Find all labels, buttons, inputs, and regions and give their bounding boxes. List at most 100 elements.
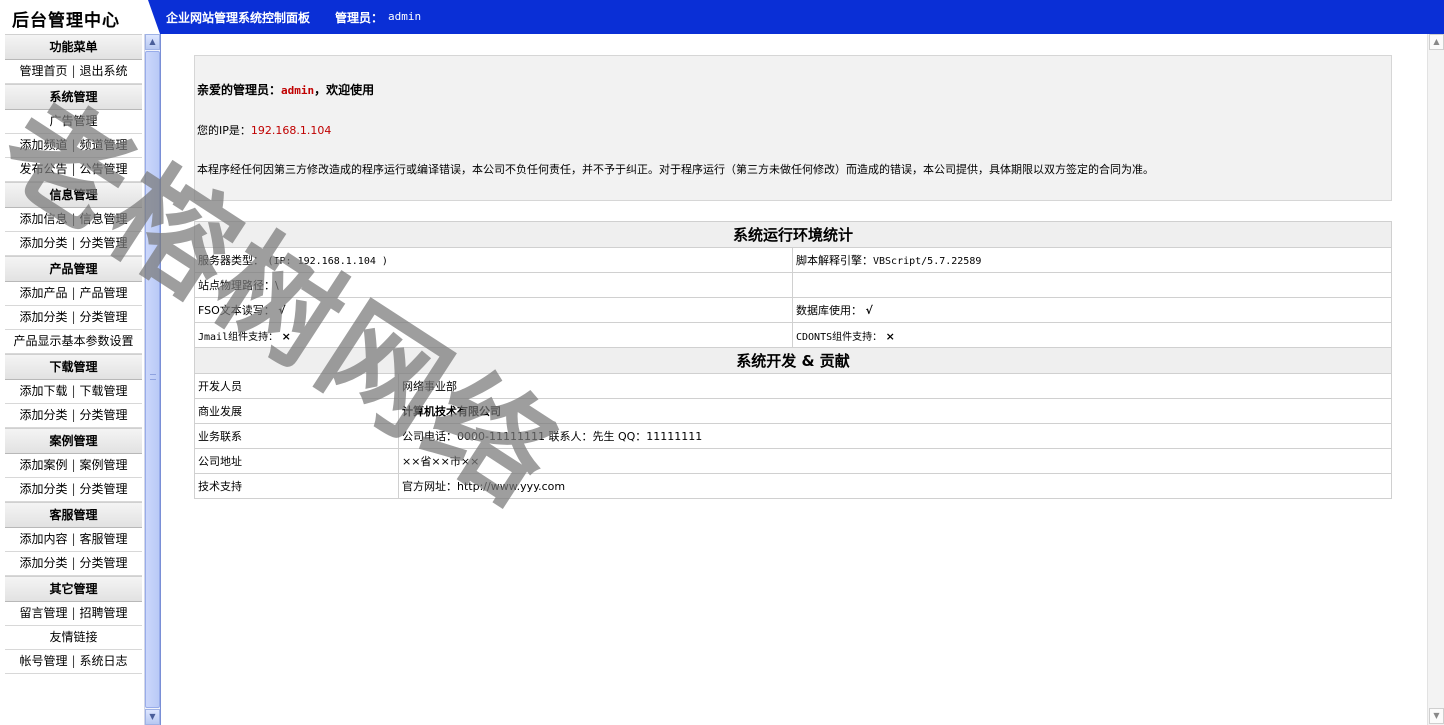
menu-link[interactable]: 添加下载 bbox=[19, 384, 67, 398]
dev-label: 业务联系 bbox=[194, 423, 399, 449]
db-cell: 数据库使用： √ bbox=[792, 297, 1392, 323]
menu-link[interactable]: 分类管理 bbox=[80, 482, 128, 496]
menu-link[interactable]: 产品管理 bbox=[80, 286, 128, 300]
arrow-down-icon[interactable]: ▼ bbox=[145, 709, 160, 725]
db-label: 数据库使用： bbox=[796, 304, 862, 317]
menu-link[interactable]: 产品显示基本参数设置 bbox=[13, 334, 133, 348]
disclaimer-notice: 本程序经任何因第三方修改造成的程序运行或编译错误，本公司不负任何责任，并不予于纠… bbox=[197, 163, 1154, 176]
arrow-up-icon[interactable]: ▲ bbox=[1429, 34, 1444, 50]
ip-label: 您的IP是： bbox=[197, 124, 251, 137]
menu-row: 添加分类 | 分类管理 bbox=[5, 232, 142, 256]
arrow-up-icon[interactable]: ▲ bbox=[145, 34, 160, 50]
menu-link[interactable]: 添加分类 bbox=[19, 556, 67, 570]
menu-link[interactable]: 分类管理 bbox=[80, 408, 128, 422]
menu-row: 添加案例 | 案例管理 bbox=[5, 454, 142, 478]
menu-link[interactable]: 频道管理 bbox=[80, 138, 128, 152]
menu-link[interactable]: 信息管理 bbox=[80, 212, 128, 226]
menu-link[interactable]: 添加信息 bbox=[19, 212, 67, 226]
control-panel-title: 企业网站管理系统控制面板 bbox=[166, 11, 311, 25]
menu-link[interactable]: 广告管理 bbox=[49, 114, 97, 128]
menu-group-title: 功能菜单 bbox=[5, 34, 142, 60]
arrow-down-icon[interactable]: ▼ bbox=[1429, 708, 1444, 724]
admin-label: 管理员： bbox=[335, 11, 384, 25]
menu-link[interactable]: 添加内容 bbox=[19, 532, 67, 546]
menu-link[interactable]: 分类管理 bbox=[80, 310, 128, 324]
main-scrollbar[interactable]: ▲ ▼ bbox=[1427, 34, 1444, 725]
menu-row: 添加分类 | 分类管理 bbox=[5, 478, 142, 502]
fso-label: FSO文本读写： bbox=[198, 304, 275, 317]
table-row: Jmail组件支持： × CDONTS组件支持： × bbox=[194, 322, 1392, 348]
fso-cell: FSO文本读写： √ bbox=[194, 297, 793, 323]
menu-separator: | bbox=[71, 532, 76, 546]
menu-group-title: 系统管理 bbox=[5, 84, 142, 110]
menu-row: 发布公告 | 公告管理 bbox=[5, 158, 142, 182]
menu-link[interactable]: 留言管理 bbox=[19, 606, 67, 620]
menu-link[interactable]: 案例管理 bbox=[80, 458, 128, 472]
menu-link[interactable]: 添加产品 bbox=[19, 286, 67, 300]
cross-icon: × bbox=[885, 329, 895, 343]
menu-separator: | bbox=[71, 556, 76, 570]
table-row: 业务联系 公司电话：0000-11111111 联系人：先生 QQ：1111111… bbox=[194, 423, 1392, 449]
sidebar-scroll-thumb[interactable] bbox=[145, 51, 160, 708]
dev-label: 开发人员 bbox=[194, 373, 399, 399]
script-engine-label: 脚本解释引擎： bbox=[796, 254, 873, 267]
menu-link[interactable]: 发布公告 bbox=[19, 162, 67, 176]
menu-link[interactable]: 添加案例 bbox=[19, 458, 67, 472]
sidebar: 功能菜单 管理首页 | 退出系统 系统管理 广告管理 添加频道 | 频道管理 发布公告 | 公告管理信… bbox=[0, 34, 160, 725]
menu-link[interactable]: 分类管理 bbox=[80, 556, 128, 570]
menu-row: 留言管理 | 招聘管理 bbox=[5, 602, 142, 626]
path-value: \ bbox=[275, 279, 279, 292]
menu-link[interactable]: 招聘管理 bbox=[80, 606, 128, 620]
menu-link[interactable]: 下载管理 bbox=[80, 384, 128, 398]
menu-row: 添加分类 | 分类管理 bbox=[5, 404, 142, 428]
sidebar-scrollbar[interactable]: ▲ ▼ bbox=[144, 34, 160, 725]
greeting-suffix: ，欢迎使用 bbox=[314, 83, 375, 97]
server-type-value: (IP: 192.168.1.104 ) bbox=[267, 256, 388, 267]
script-engine-value: VBScript/5.7.22589 bbox=[873, 256, 982, 267]
menu-link[interactable]: 公告管理 bbox=[80, 162, 128, 176]
cdonts-cell: CDONTS组件支持： × bbox=[792, 322, 1392, 348]
table-row: 公司地址 ××省××市×× bbox=[194, 448, 1392, 474]
menu-separator: | bbox=[71, 286, 76, 300]
menu-separator: | bbox=[71, 654, 76, 668]
greeting-prefix: 亲爱的管理员： bbox=[197, 83, 282, 97]
menu-link[interactable]: 添加分类 bbox=[19, 310, 67, 324]
menu-row: 添加分类 | 分类管理 bbox=[5, 552, 142, 576]
dev-heading: 系统开发 & 贡献 bbox=[194, 347, 1392, 374]
menu-link[interactable]: 添加频道 bbox=[19, 138, 67, 152]
greeting-admin: admin bbox=[281, 84, 315, 97]
menu-group-title: 客服管理 bbox=[5, 502, 142, 528]
menu-separator: | bbox=[71, 408, 76, 422]
menu-separator: | bbox=[71, 458, 76, 472]
menu-row: 添加内容 | 客服管理 bbox=[5, 528, 142, 552]
menu-separator: | bbox=[71, 236, 76, 250]
menu-separator: | bbox=[71, 384, 76, 398]
menu-link[interactable]: 帐号管理 bbox=[19, 654, 67, 668]
check-icon: √ bbox=[278, 304, 286, 317]
menu-separator: | bbox=[71, 212, 76, 226]
table-row: 站点物理路径：\ bbox=[194, 272, 1392, 298]
path-cell: 站点物理路径：\ bbox=[194, 272, 793, 298]
menu-group-title: 下载管理 bbox=[5, 354, 142, 380]
menu-link[interactable]: 退出系统 bbox=[80, 64, 128, 78]
environment-table: 系统运行环境统计 服务器类型： (IP: 192.168.1.104 ) 脚本解… bbox=[194, 221, 1392, 348]
menu-row: 管理首页 | 退出系统 bbox=[5, 60, 142, 84]
menu-link[interactable]: 客服管理 bbox=[80, 532, 128, 546]
menu-link[interactable]: 分类管理 bbox=[80, 236, 128, 250]
jmail-cell: Jmail组件支持： × bbox=[194, 322, 793, 348]
menu-separator: | bbox=[71, 310, 76, 324]
menu-separator: | bbox=[71, 64, 76, 78]
top-header: 后台管理中心 企业网站管理系统控制面板 管理员： admin bbox=[0, 0, 1444, 34]
menu-group-title: 信息管理 bbox=[5, 182, 142, 208]
menu-link[interactable]: 管理首页 bbox=[19, 64, 67, 78]
menu-link[interactable]: 添加分类 bbox=[19, 482, 67, 496]
menu-link[interactable]: 添加分类 bbox=[19, 408, 67, 422]
table-row: 开发人员 网络事业部 bbox=[194, 373, 1392, 399]
dev-value: 网络事业部 bbox=[398, 373, 1392, 399]
sidebar-menu: 功能菜单 管理首页 | 退出系统 系统管理 广告管理 添加频道 | 频道管理 发布公告 | 公告管理信… bbox=[5, 34, 142, 674]
menu-link[interactable]: 系统日志 bbox=[80, 654, 128, 668]
menu-group-title: 产品管理 bbox=[5, 256, 142, 282]
menu-link[interactable]: 添加分类 bbox=[19, 236, 67, 250]
cross-icon: × bbox=[281, 329, 291, 343]
menu-link[interactable]: 友情链接 bbox=[49, 630, 97, 644]
